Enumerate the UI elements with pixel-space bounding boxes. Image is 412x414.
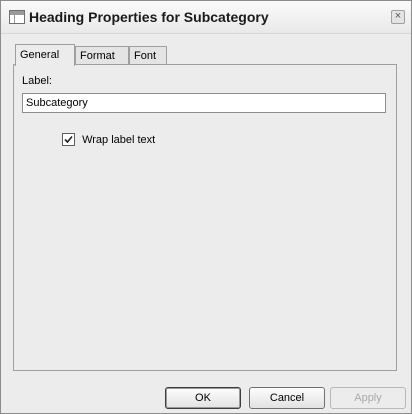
tab-font-label: Font — [134, 50, 157, 62]
label-input[interactable] — [22, 93, 386, 113]
apply-button[interactable]: Apply — [330, 387, 406, 409]
dialog-title: Heading Properties for Subcategory — [29, 9, 269, 25]
title-bar[interactable]: Heading Properties for Subcategory × — [1, 1, 411, 34]
close-icon[interactable]: × — [391, 10, 405, 24]
heading-properties-dialog: Heading Properties for Subcategory × Gen… — [0, 0, 412, 414]
tab-format[interactable]: Format — [75, 46, 129, 65]
wrap-label-text-label[interactable]: Wrap label text — [82, 134, 155, 146]
ok-button[interactable]: OK — [165, 387, 241, 409]
tab-general-label: General — [20, 49, 60, 61]
tab-general[interactable]: General — [15, 44, 75, 66]
wrap-label-text-row[interactable]: Wrap label text — [62, 133, 155, 146]
label-caption: Label: — [22, 75, 52, 87]
checkmark-icon — [64, 135, 73, 144]
properties-window-icon — [9, 10, 25, 24]
cancel-button[interactable]: Cancel — [249, 387, 325, 409]
tab-format-label: Format — [80, 50, 115, 62]
general-tab-panel: Label: Wrap label text — [13, 64, 397, 371]
wrap-label-text-checkbox[interactable] — [62, 133, 75, 146]
tab-font[interactable]: Font — [129, 46, 167, 65]
